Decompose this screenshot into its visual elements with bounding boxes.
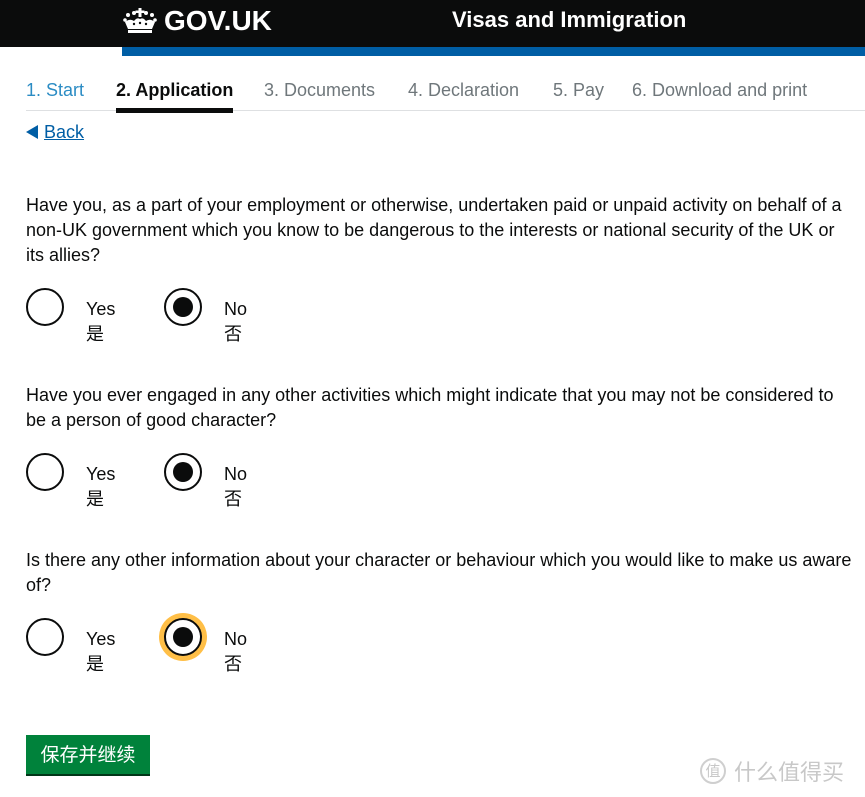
watermark: 值 什么值得买 [700, 755, 844, 787]
question-other-character-information: Is there any other information about you… [26, 550, 852, 595]
header-accent-bar [122, 47, 865, 56]
radio-q3-no-label[interactable]: No 否 [224, 627, 247, 677]
back-link-label: Back [44, 122, 85, 142]
radio-q1-yes-label[interactable]: Yes 是 [86, 297, 115, 347]
site-header: GOV.UK Visas and Immigration [0, 0, 865, 47]
radio-q2-no[interactable] [164, 453, 202, 491]
option-label-en: Yes [86, 299, 116, 319]
save-and-continue-button[interactable]: 保存并继续 [26, 735, 150, 774]
question-foreign-government-activity: Have you, as a part of your employment o… [26, 195, 842, 265]
option-label-en: No [224, 299, 248, 319]
step-download-and-print: 6. Download and print [632, 80, 808, 100]
radio-q1-yes[interactable] [26, 288, 64, 326]
radio-q3-yes-label[interactable]: Yes 是 [86, 627, 115, 677]
option-label-en: No [224, 464, 248, 484]
radio-q2-yes-label[interactable]: Yes 是 [86, 462, 115, 512]
option-label-zh: 是 [86, 654, 104, 674]
option-label-zh: 否 [224, 324, 242, 344]
option-label-zh: 是 [86, 324, 104, 344]
govuk-logo-link[interactable]: GOV.UK [122, 5, 272, 37]
service-name[interactable]: Visas and Immigration [452, 6, 686, 34]
option-label-en: No [224, 629, 248, 649]
option-label-en: Yes [86, 464, 116, 484]
radio-q3-no[interactable] [164, 618, 202, 656]
option-label-en: Yes [86, 629, 116, 649]
option-label-zh: 否 [224, 654, 242, 674]
logo-text: GOV.UK [164, 5, 272, 36]
option-label-zh: 是 [86, 489, 104, 509]
radio-q2-no-label[interactable]: No 否 [224, 462, 247, 512]
step-application: 2. Application [116, 80, 234, 113]
watermark-badge-icon: 值 [700, 758, 726, 784]
radio-q3-yes[interactable] [26, 618, 64, 656]
back-link[interactable]: Back [26, 120, 84, 144]
radio-q2-yes[interactable] [26, 453, 64, 491]
radio-q1-no-label[interactable]: No 否 [224, 297, 247, 347]
radio-q1-no[interactable] [164, 288, 202, 326]
watermark-text: 什么值得买 [734, 761, 845, 786]
step-declaration: 4. Declaration [408, 80, 520, 100]
crown-icon [123, 8, 157, 33]
progress-steps: 1. Start 2. Application 3. Documents 4. … [26, 70, 865, 113]
triangle-left-icon [26, 125, 38, 139]
step-documents: 3. Documents [264, 80, 376, 100]
step-start[interactable]: 1. Start [26, 78, 84, 102]
step-pay: 5. Pay [553, 80, 605, 100]
question-good-character: Have you ever engaged in any other activ… [26, 385, 834, 430]
option-label-zh: 否 [224, 489, 242, 509]
